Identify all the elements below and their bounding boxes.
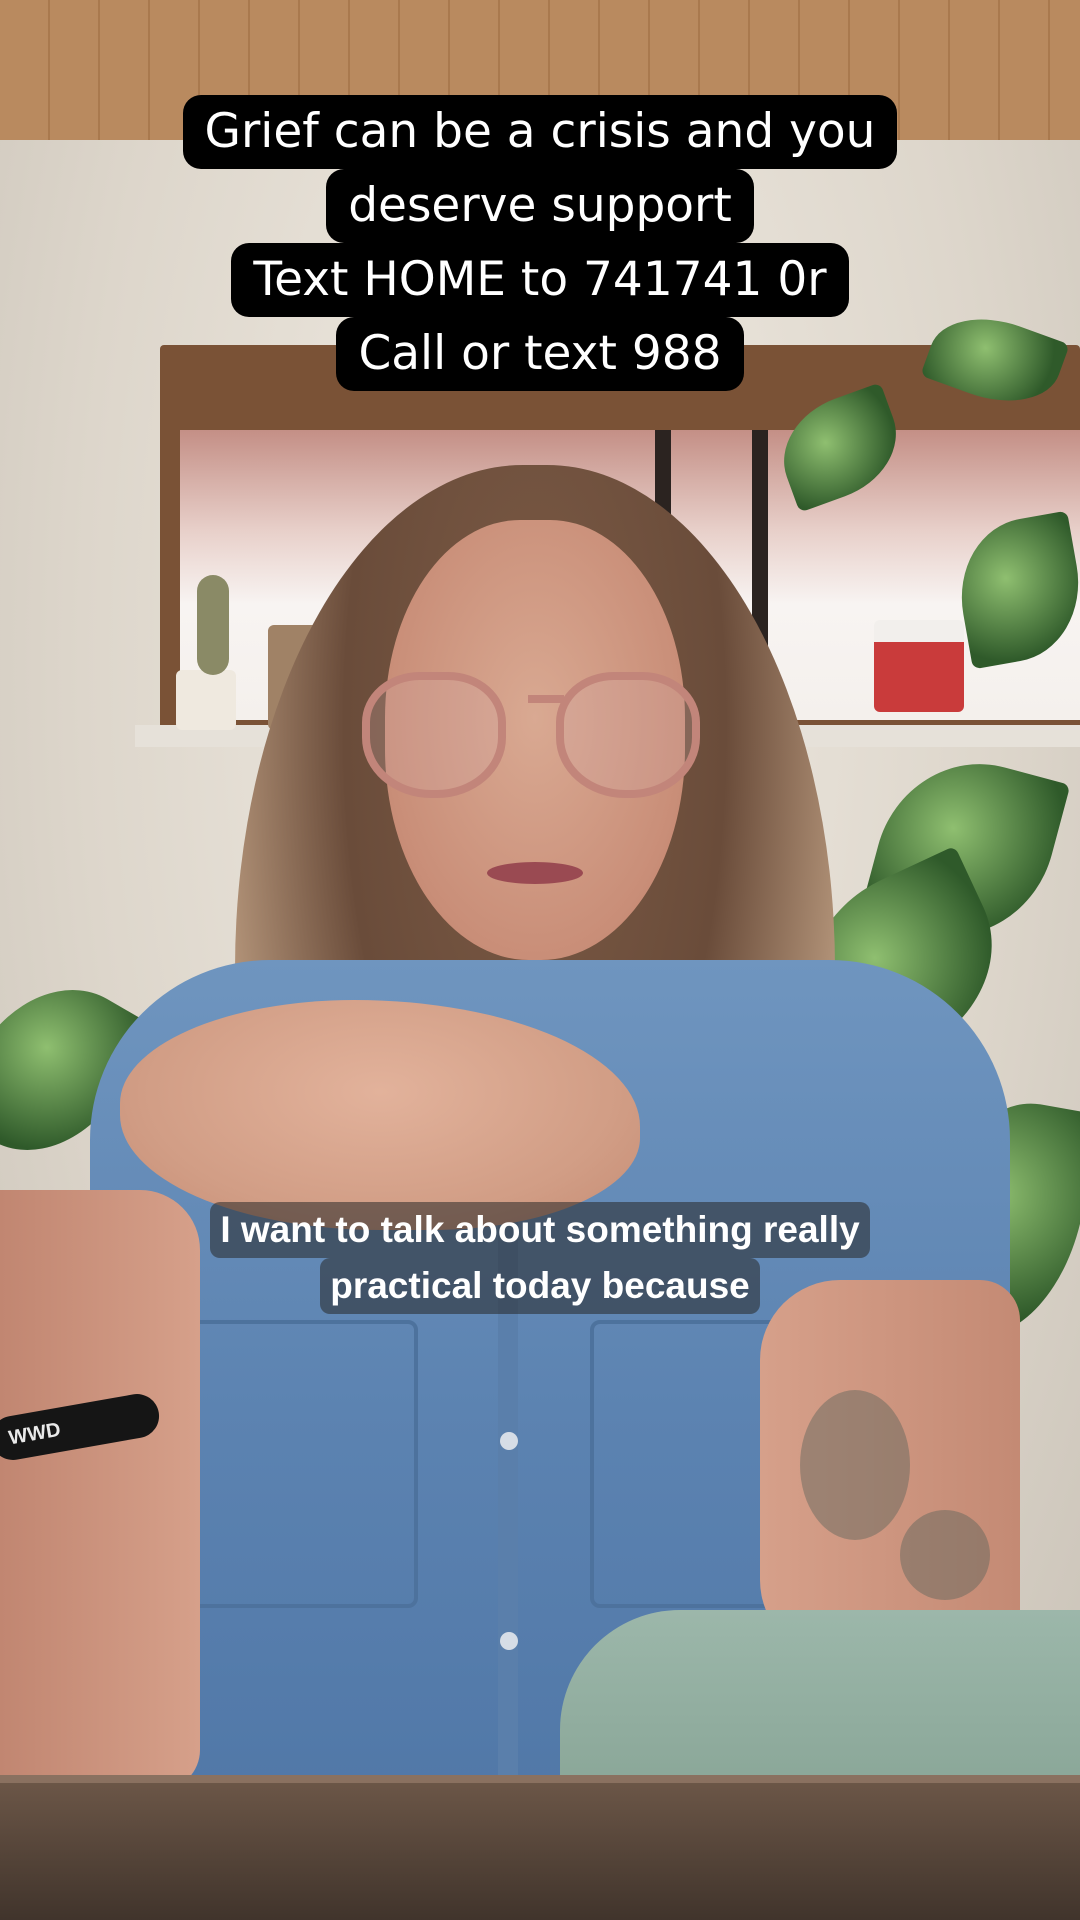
caption-line: Grief can be a crisis and you — [182, 95, 898, 169]
red-plant-pot — [874, 620, 964, 712]
shirt-button — [500, 1632, 518, 1650]
shirt-button — [500, 1432, 518, 1450]
arm-tattoo — [800, 1390, 910, 1540]
arm-tattoo — [900, 1510, 990, 1600]
subtitle-line: I want to talk about something really — [210, 1202, 870, 1258]
glasses-bridge — [528, 695, 564, 703]
caption-line: Text HOME to 741741 0r — [231, 243, 849, 317]
subtitle-line: practical today because — [320, 1258, 760, 1314]
caption-line: deserve support — [326, 169, 754, 243]
desk-ledge — [0, 1775, 1080, 1920]
caption-line: Call or text 988 — [336, 317, 744, 391]
glasses-lens-right — [556, 672, 700, 798]
plant-pot — [176, 670, 236, 730]
cactus — [197, 575, 229, 675]
lips — [487, 862, 583, 884]
crisis-support-caption: Grief can be a crisis and you deserve su… — [0, 95, 1080, 391]
spoken-subtitle: I want to talk about something really pr… — [0, 1202, 1080, 1314]
shirt-pocket — [190, 1320, 418, 1608]
glasses-lens-left — [362, 672, 506, 798]
